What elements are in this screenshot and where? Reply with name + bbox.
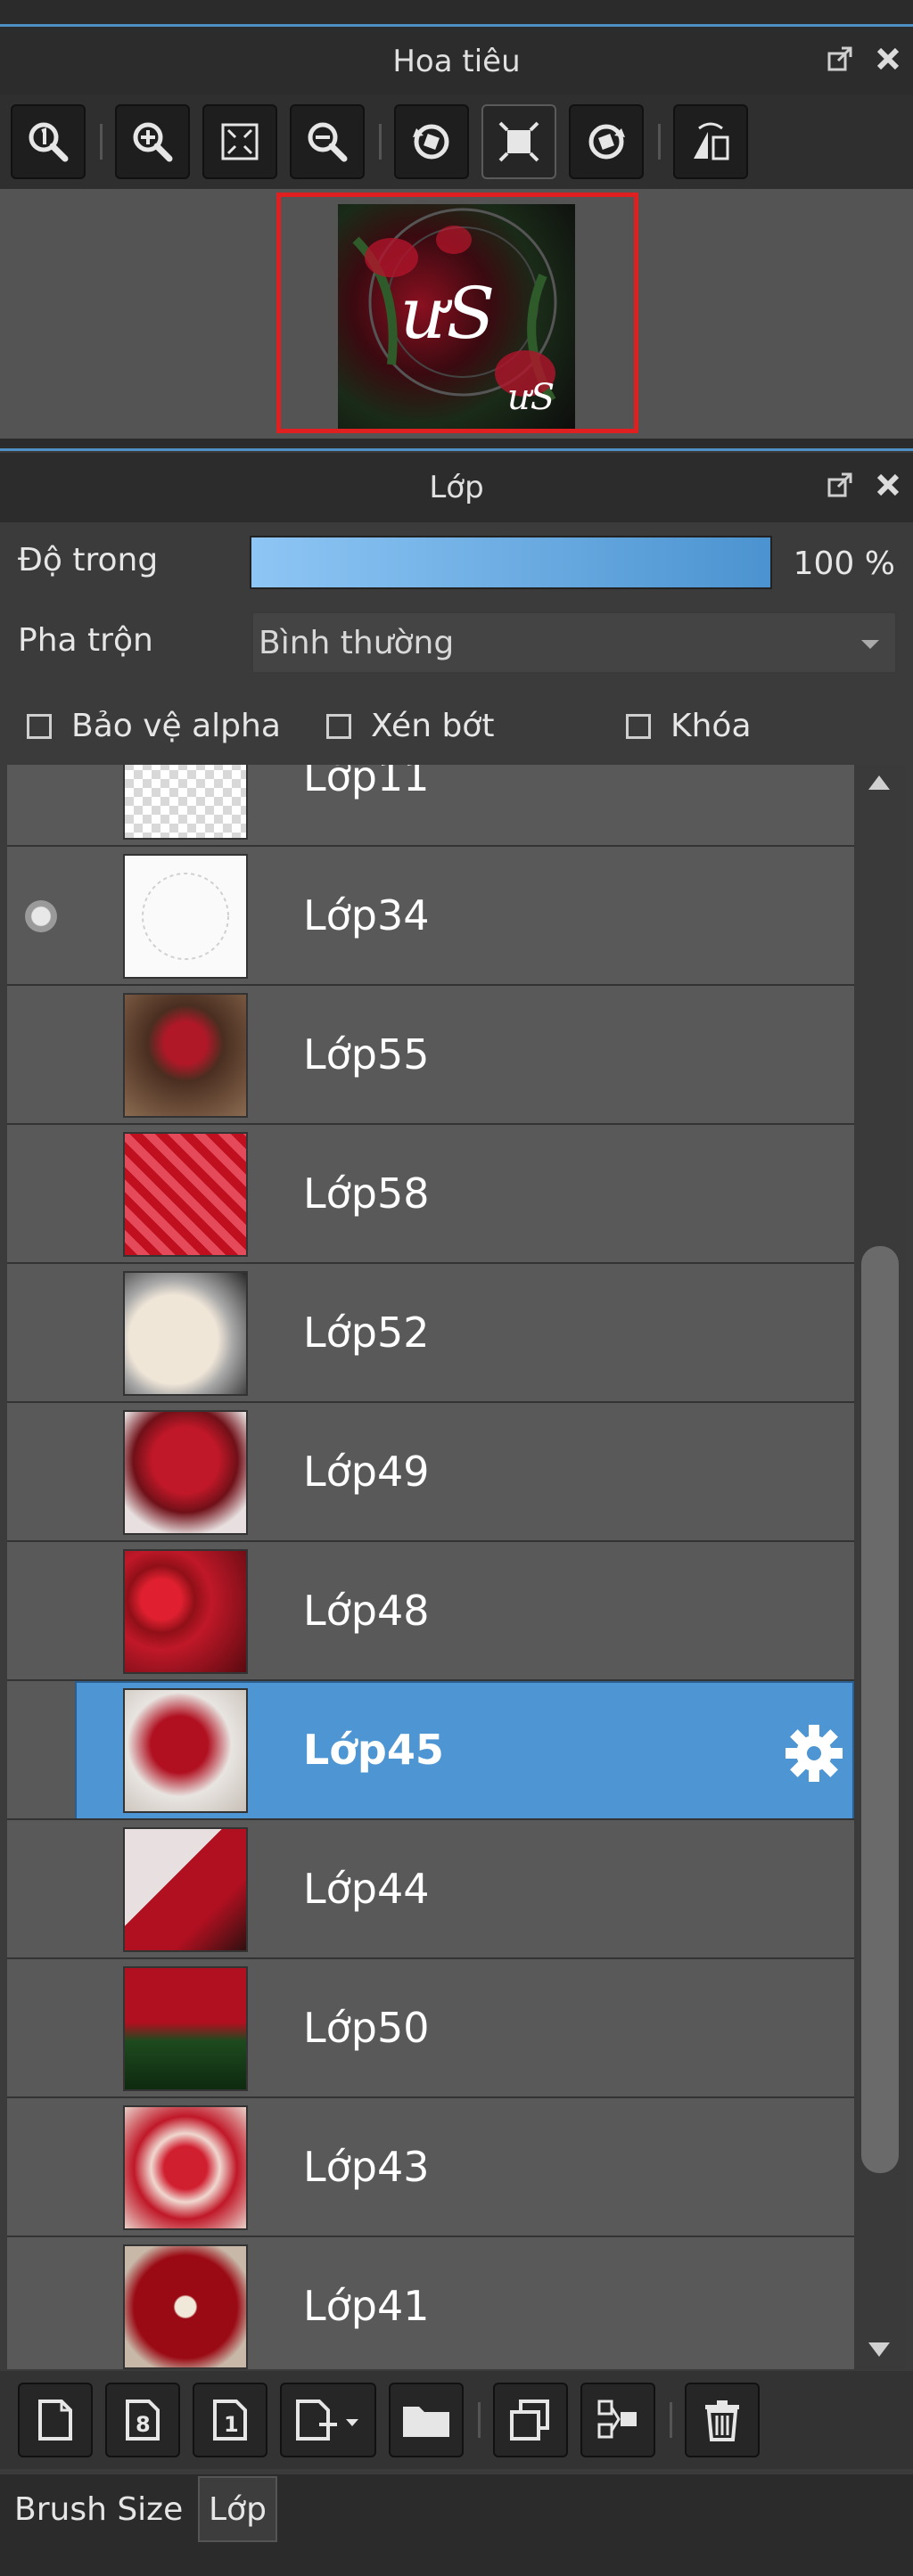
lock-checkbox[interactable]: Khóa — [626, 708, 752, 744]
zoom-out-icon[interactable] — [290, 104, 365, 179]
zoom-reset-icon[interactable] — [11, 104, 86, 179]
layer-name[interactable]: Lớp11 — [303, 765, 430, 800]
navigator-toolbar — [0, 94, 913, 189]
gear-icon[interactable] — [783, 1722, 845, 1788]
opacity-slider[interactable] — [250, 536, 772, 589]
layer-name[interactable]: Lớp45 — [303, 1726, 444, 1774]
new-8bit-layer-icon[interactable]: 8 — [105, 2383, 180, 2457]
scroll-down-icon[interactable] — [868, 2342, 890, 2357]
layer-name[interactable]: Lớp49 — [303, 1448, 430, 1496]
layer-name[interactable]: Lớp58 — [303, 1169, 430, 1218]
layer-row[interactable]: Lớp52 — [7, 1262, 854, 1401]
layer-thumbnail — [123, 2244, 248, 2369]
layer-row-selected[interactable]: Lớp45 — [7, 1679, 854, 1820]
duplicate-layer-icon[interactable] — [493, 2383, 568, 2457]
layers-title-bar: Lớp — [0, 453, 913, 522]
layer-thumbnail — [123, 1271, 248, 1396]
svg-text:ưS: ưS — [507, 377, 555, 418]
layer-thumbnail — [123, 1688, 248, 1813]
svg-text:1: 1 — [224, 2412, 239, 2437]
layer-row[interactable]: Lớp49 — [7, 1401, 854, 1540]
navigator-title: Hoa tiêu — [392, 44, 521, 79]
protect-alpha-label: Bảo vệ alpha — [71, 708, 281, 744]
layer-name[interactable]: Lớp41 — [303, 2282, 430, 2330]
add-layer-menu-icon[interactable] — [280, 2383, 376, 2457]
navigator-preview[interactable]: ưS ưS — [0, 189, 913, 439]
close-icon[interactable] — [872, 469, 904, 501]
layer-thumbnail — [123, 765, 248, 840]
layer-name[interactable]: Lớp50 — [303, 2004, 430, 2052]
blend-mode-value: Bình thường — [259, 625, 455, 661]
merge-layer-icon[interactable] — [580, 2383, 655, 2457]
clipping-label: Xén bớt — [371, 708, 495, 744]
panel-tabs: Brush Size Lớp — [0, 2474, 913, 2576]
layer-name[interactable]: Lớp43 — [303, 2143, 430, 2191]
rotate-right-icon[interactable] — [569, 104, 644, 179]
flip-horizontal-icon[interactable] — [673, 104, 748, 179]
layer-controls: Độ trong 100 % Pha trộn Bình thường Bảo … — [0, 522, 913, 763]
navigator-title-bar: Hoa tiêu — [0, 27, 913, 96]
layer-name[interactable]: Lớp44 — [303, 1865, 430, 1913]
visibility-indicator[interactable] — [25, 900, 57, 932]
layer-row[interactable]: Lớp58 — [7, 1123, 854, 1262]
layer-thumbnail — [123, 854, 248, 979]
scrollbar-thumb[interactable] — [861, 1246, 899, 2173]
checkbox-box — [326, 713, 351, 739]
popout-icon[interactable] — [824, 469, 856, 501]
canvas-preview-image: ưS ưS — [338, 204, 575, 429]
viewport-frame[interactable]: ưS ưS — [276, 193, 638, 433]
close-icon[interactable] — [872, 43, 904, 75]
layer-row[interactable]: Lớp48 — [7, 1540, 854, 1679]
delete-layer-icon[interactable] — [685, 2383, 760, 2457]
fit-canvas-icon[interactable] — [481, 104, 556, 179]
layer-name[interactable]: Lớp34 — [303, 891, 430, 939]
panel-separator — [0, 439, 913, 451]
layer-toolbar: 8 1 — [0, 2371, 913, 2469]
layer-name[interactable]: Lớp48 — [303, 1587, 430, 1635]
layer-name[interactable]: Lớp55 — [303, 1030, 430, 1079]
layer-row[interactable]: Lớp50 — [7, 1957, 854, 2096]
tab-brush-size[interactable]: Brush Size — [5, 2476, 192, 2542]
layer-thumbnail — [123, 1410, 248, 1535]
zoom-in-icon[interactable] — [115, 104, 190, 179]
layer-row[interactable]: Lớp44 — [7, 1818, 854, 1957]
protect-alpha-checkbox[interactable]: Bảo vệ alpha — [27, 708, 281, 744]
svg-text:8: 8 — [136, 2412, 151, 2437]
chevron-down-icon — [861, 640, 879, 649]
new-folder-icon[interactable] — [389, 2383, 464, 2457]
opacity-value: 100 % — [793, 546, 895, 582]
layer-thumbnail — [123, 2105, 248, 2230]
layer-row[interactable]: Lớp41 — [7, 2236, 854, 2369]
layer-thumbnail — [123, 1827, 248, 1952]
layer-list[interactable]: Lớp11 Lớp34 Lớp55 Lớp58 Lớp52 Lớp49 Lớp4… — [7, 765, 854, 2369]
layer-thumbnail — [123, 1549, 248, 1674]
tab-layer[interactable]: Lớp — [198, 2476, 277, 2542]
opacity-slider-fill — [251, 537, 770, 587]
scroll-up-icon[interactable] — [868, 775, 890, 790]
layers-title: Lớp — [429, 470, 484, 505]
layer-row[interactable]: Lớp55 — [7, 984, 854, 1123]
top-strip — [0, 0, 913, 27]
layer-list-scrollbar[interactable] — [854, 765, 906, 2369]
layer-thumbnail — [123, 993, 248, 1118]
blend-label: Pha trộn — [18, 622, 153, 659]
layer-row[interactable]: Lớp43 — [7, 2096, 854, 2236]
layer-row[interactable]: Lớp11 — [7, 765, 854, 845]
layer-thumbnail — [123, 1966, 248, 2091]
checkbox-box — [626, 713, 651, 739]
rotate-left-icon[interactable] — [394, 104, 469, 179]
clipping-checkbox[interactable]: Xén bớt — [326, 708, 494, 744]
checkbox-box — [27, 713, 52, 739]
new-1bit-layer-icon[interactable]: 1 — [193, 2383, 267, 2457]
svg-text:ưS: ưS — [400, 272, 495, 355]
new-layer-icon[interactable] — [18, 2383, 93, 2457]
layer-thumbnail — [123, 1132, 248, 1257]
blend-mode-dropdown[interactable]: Bình thường — [251, 611, 897, 674]
layer-row[interactable]: Lớp34 — [7, 845, 854, 984]
lock-label: Khóa — [670, 708, 752, 744]
fit-screen-icon[interactable] — [202, 104, 277, 179]
popout-icon[interactable] — [824, 43, 856, 75]
opacity-label: Độ trong — [18, 542, 159, 578]
layer-name[interactable]: Lớp52 — [303, 1309, 430, 1357]
